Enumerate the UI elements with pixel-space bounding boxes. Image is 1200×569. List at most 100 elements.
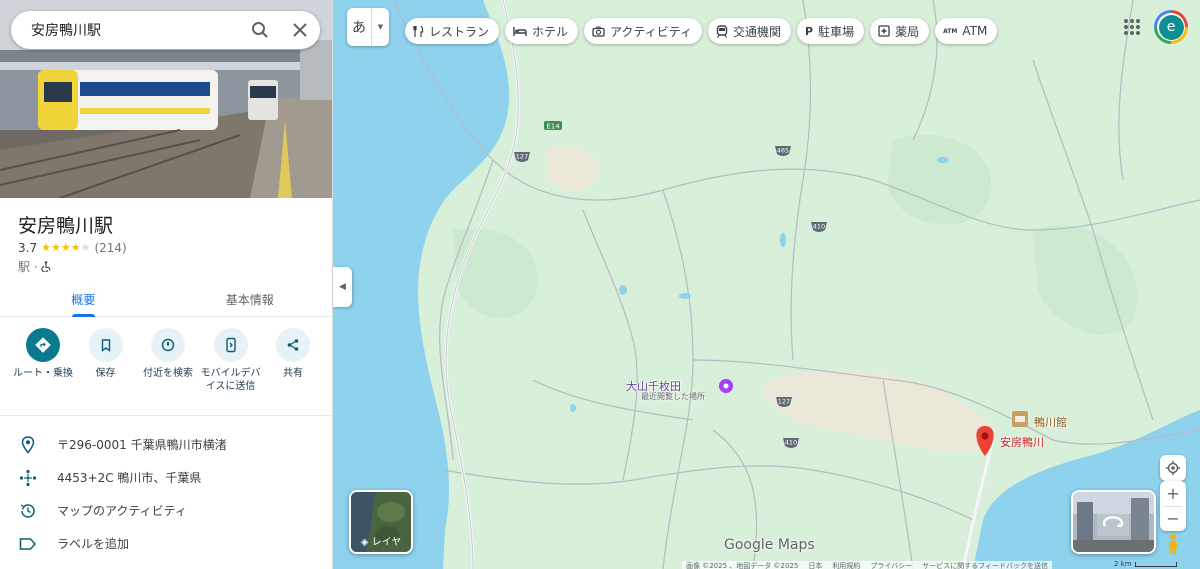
label-icon — [19, 537, 37, 550]
street-view-thumbnail[interactable] — [1071, 490, 1156, 554]
chip-restaurant[interactable]: レストラン — [405, 18, 500, 44]
layers-icon: ◈ — [360, 537, 369, 548]
chip-pharmacy[interactable]: 薬局 — [870, 18, 930, 44]
zoom-controls: + − — [1160, 481, 1186, 531]
pharmacy-icon — [878, 25, 890, 37]
scale-bar — [1134, 561, 1177, 567]
collapse-panel-button[interactable]: ◀ — [333, 267, 352, 307]
place-panel: 安房鴨川駅 安房鴨川駅 3.7 ★ ★ ★ ★ ★ (214) 駅 · 概要 基本情報 — [0, 0, 333, 569]
directions-icon — [35, 337, 51, 353]
maps-window: E14 127 127 465 410 410 大山千枚田 最近閲覧した場所 鴨… — [0, 0, 1200, 569]
chip-hotel[interactable]: ホテル — [505, 18, 579, 44]
layers-text: レイヤ — [371, 537, 402, 548]
send-to-phone-icon — [225, 337, 236, 353]
layers-button[interactable]: ◈ レイヤ — [349, 490, 413, 554]
review-count[interactable]: (214) — [94, 241, 126, 255]
google-maps-logo: Google Maps — [724, 537, 815, 553]
zoom-out-button[interactable]: − — [1160, 507, 1186, 532]
map-canvas[interactable]: E14 127 127 465 410 410 大山千枚田 最近閲覧した場所 鴨… — [333, 0, 1200, 569]
zoom-in-button[interactable]: + — [1160, 481, 1186, 506]
send-to-phone-label: モバイルデバイスに送信 — [200, 368, 261, 392]
directions-label: ルート・乗換 — [13, 368, 73, 379]
footer-feedback[interactable]: サービスに関するフィードバックを送信 — [922, 561, 1048, 569]
search-button[interactable] — [240, 11, 280, 49]
chevron-left-icon: ◀ — [339, 282, 346, 292]
map-label-route-127-top: 127 — [516, 153, 528, 161]
clear-search-button[interactable] — [280, 11, 320, 49]
send-to-phone-button[interactable]: モバイルデバイスに送信 — [200, 328, 262, 393]
info-row-add-label[interactable]: ラベルを追加 — [0, 527, 332, 560]
chevron-down-icon[interactable]: ▼ — [371, 8, 389, 46]
place-category[interactable]: 駅 · — [18, 258, 38, 275]
atm-icon: ATM — [943, 27, 958, 35]
footer-japan[interactable]: 日本 — [808, 561, 822, 569]
info-row-plus-code[interactable]: 4453+2C 鴨川市、千葉県 — [0, 461, 332, 494]
google-apps-button[interactable] — [1122, 17, 1142, 37]
share-button[interactable]: 共有 — [262, 328, 324, 393]
chip-restaurant-label: レストラン — [429, 24, 490, 39]
parking-icon: P — [805, 24, 814, 38]
footer-privacy[interactable]: プライバシー — [870, 561, 912, 569]
search-icon — [252, 22, 268, 38]
chip-hotel-label: ホテル — [532, 24, 569, 39]
layers-label: ◈ レイヤ — [351, 533, 411, 548]
street-view-preview — [1073, 492, 1154, 552]
rating-value: 3.7 — [18, 241, 38, 255]
search-input[interactable]: 安房鴨川駅 — [31, 20, 240, 40]
chip-pharmacy-label: 薬局 — [895, 24, 920, 39]
divider — [0, 415, 332, 416]
footer-terms[interactable]: 利用規約 — [832, 561, 860, 569]
star-empty-icon: ★ — [80, 241, 91, 254]
share-label: 共有 — [283, 368, 303, 379]
tab-about[interactable]: 基本情報 — [167, 283, 333, 316]
map-label-e14: E14 — [546, 123, 560, 131]
place-tabs: 概要 基本情報 — [0, 283, 333, 317]
info-list: 〒296-0001 千葉県鴨川市横渚 4453+2C 鴨川市、千葉県 マップのア… — [0, 428, 332, 560]
map-label-route-410-bottom: 410 — [785, 439, 797, 447]
chip-activities[interactable]: アクティビティ — [584, 18, 702, 44]
map-base: E14 127 127 465 410 410 — [333, 0, 1200, 569]
nearby-button[interactable]: 付近を検索 — [137, 328, 199, 393]
account-avatar[interactable]: e — [1154, 10, 1188, 44]
chip-atm-label: ATM — [962, 24, 988, 38]
language-label: あ — [352, 20, 366, 36]
category-chips: レストラン ホテル アクティビティ 交通機関 P 駐車場 薬局 ATM ATM — [405, 18, 998, 44]
my-location-button[interactable] — [1160, 455, 1186, 481]
chip-parking[interactable]: P 駐車場 — [797, 18, 865, 44]
chip-transit[interactable]: 交通機関 — [708, 18, 792, 44]
directions-button[interactable]: ルート・乗換 — [12, 328, 74, 393]
wheelchair-icon — [41, 261, 51, 272]
plus-code-text: 4453+2C 鴨川市、千葉県 — [57, 471, 202, 485]
hotel-icon — [513, 26, 527, 36]
footer-copyright: 画像 ©2025 、地図データ ©2025 — [686, 562, 799, 569]
language-button[interactable]: あ ▼ — [347, 8, 389, 46]
chip-parking-label: 駐車場 — [818, 24, 855, 39]
map-label-kamogawa-kan[interactable]: 鴨川館 — [1034, 414, 1067, 430]
category-row: 駅 · — [18, 258, 51, 275]
pegman-icon[interactable] — [1163, 533, 1183, 555]
map-label-awa-kamogawa[interactable]: 安房鴨川 — [1000, 434, 1044, 450]
transit-icon — [716, 24, 728, 38]
tab-overview[interactable]: 概要 — [0, 283, 167, 317]
close-icon — [293, 23, 307, 37]
history-icon — [20, 503, 35, 518]
star-icon: ★ — [60, 241, 71, 254]
nearby-icon — [161, 338, 175, 352]
bookmark-icon — [101, 339, 110, 352]
chip-transit-label: 交通機関 — [733, 24, 782, 39]
place-photo[interactable]: 安房鴨川駅 — [0, 0, 332, 198]
map-label-route-410-top: 410 — [813, 223, 825, 231]
search-box[interactable]: 安房鴨川駅 — [11, 11, 320, 49]
nearby-label: 付近を検索 — [143, 368, 193, 379]
chip-atm[interactable]: ATM ATM — [935, 18, 998, 44]
save-label: 保存 — [95, 368, 116, 379]
location-pin-icon — [21, 435, 35, 454]
info-row-address[interactable]: 〒296-0001 千葉県鴨川市横渚 — [0, 428, 332, 461]
place-title: 安房鴨川駅 — [18, 215, 114, 237]
rating-row[interactable]: 3.7 ★ ★ ★ ★ ★ (214) — [18, 241, 127, 255]
save-button[interactable]: 保存 — [75, 328, 137, 393]
map-scale[interactable]: 2 km — [1114, 560, 1177, 568]
star-half-icon: ★ — [70, 241, 81, 254]
my-location-icon — [1166, 461, 1180, 475]
info-row-activity[interactable]: マップのアクティビティ — [0, 494, 332, 527]
